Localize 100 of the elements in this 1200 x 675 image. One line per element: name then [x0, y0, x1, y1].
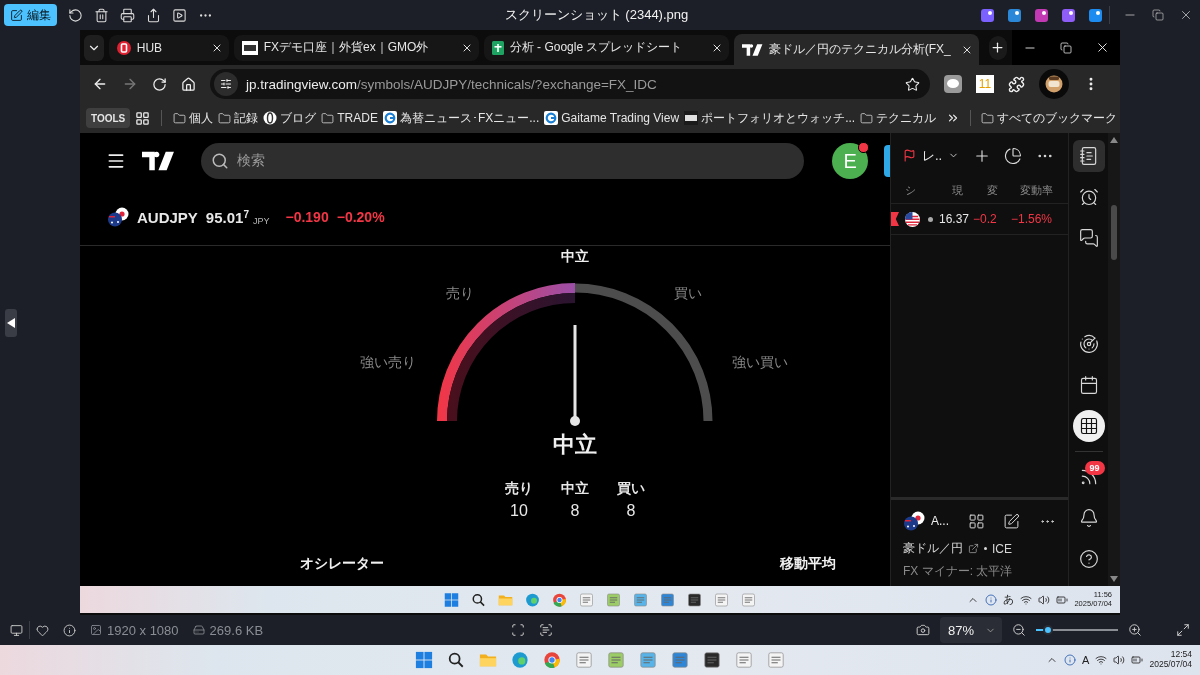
chevrons-right-icon[interactable]: [946, 111, 960, 125]
notepad-icon[interactable]: [639, 651, 657, 669]
feed-button[interactable]: 99: [1072, 461, 1105, 493]
zoom-slider[interactable]: [1036, 623, 1118, 637]
bookmark-folder[interactable]: 個人: [173, 109, 214, 127]
scan-icon[interactable]: [511, 623, 526, 637]
camera-icon[interactable]: [916, 623, 930, 637]
delete-icon[interactable]: [94, 7, 109, 23]
start-icon[interactable]: [444, 592, 459, 607]
previous-button[interactable]: [5, 308, 17, 337]
edit-icon[interactable]: [1003, 512, 1021, 530]
watchlist-button[interactable]: [1072, 140, 1105, 172]
search-field[interactable]: 検索: [200, 143, 805, 179]
ime-indicator[interactable]: あ: [1003, 592, 1015, 607]
clock[interactable]: 12:54 2025/07/04: [1149, 650, 1192, 670]
bookmark-folder[interactable]: テクニカル: [860, 109, 937, 127]
watchlist-title[interactable]: レ..: [922, 146, 943, 165]
start-icon[interactable]: [415, 651, 433, 669]
ime-indicator[interactable]: A: [1082, 654, 1090, 666]
restore-icon[interactable]: [1152, 9, 1164, 21]
profile-avatar[interactable]: [1039, 69, 1069, 99]
bookmark-link[interactable]: Gaitame Trading View: [544, 111, 680, 125]
tools-button[interactable]: TOOLS: [86, 108, 131, 128]
app-icon[interactable]: [1034, 7, 1049, 23]
triangle-icon[interactable]: [7, 317, 15, 328]
bookmark-link[interactable]: 為替ニュース･FXニュー...: [382, 109, 540, 127]
zoom-in-icon[interactable]: [1128, 623, 1142, 637]
battery-icon[interactable]: [1131, 654, 1144, 666]
address-bar[interactable]: jp.tradingview.com/symbols/AUDJPY/technicals/?exchange=FX_IDC: [210, 69, 930, 99]
info-icon[interactable]: [63, 623, 76, 637]
app-icon[interactable]: [1007, 7, 1022, 23]
photos-icon[interactable]: [671, 651, 689, 669]
status-icon[interactable]: [1064, 654, 1077, 666]
extensions-icon[interactable]: [1008, 75, 1025, 93]
wifi-icon[interactable]: [1020, 593, 1033, 606]
bell-icon[interactable]: [1078, 508, 1099, 528]
edit-icon[interactable]: [10, 8, 23, 22]
star-icon[interactable]: [905, 76, 920, 92]
reload-icon[interactable]: [152, 76, 167, 92]
site-icon[interactable]: [741, 42, 763, 57]
browser-tab[interactable]: FXデモ口座｜外貨ex｜GMO外: [233, 34, 479, 61]
browser-icon[interactable]: [543, 651, 561, 669]
grid-button[interactable]: [1072, 410, 1105, 442]
search-icon[interactable]: [471, 592, 486, 607]
chat-extension-icon[interactable]: [944, 75, 962, 93]
volume-icon[interactable]: [1113, 654, 1126, 666]
menu-icon[interactable]: [106, 151, 126, 171]
back-icon[interactable]: [92, 76, 108, 92]
calendar-icon[interactable]: [1078, 375, 1099, 395]
new-tab-button[interactable]: [988, 35, 1007, 60]
bookmark-folder[interactable]: 記録: [218, 109, 259, 127]
app-icon[interactable]: [1061, 7, 1076, 23]
app-icon[interactable]: [980, 7, 995, 23]
site-settings-icon[interactable]: [220, 78, 232, 90]
chat-icon[interactable]: [1078, 228, 1099, 248]
browser-tab[interactable]: 分析 - Google スプレッドシート: [483, 34, 729, 61]
panel-tab[interactable]: [884, 145, 890, 177]
forward-icon[interactable]: [122, 76, 138, 92]
share-icon[interactable]: [146, 7, 161, 23]
close-icon[interactable]: [1179, 8, 1193, 22]
browser-icon[interactable]: [552, 592, 567, 607]
alarm-clock-icon[interactable]: [1078, 187, 1099, 207]
print-icon[interactable]: [120, 7, 135, 23]
bookmark-link[interactable]: ブログ: [263, 109, 317, 127]
browser-tab[interactable]: HUB: [108, 34, 229, 61]
grid-icon[interactable]: [967, 512, 985, 530]
logo-icon[interactable]: [141, 150, 175, 172]
apps-icon[interactable]: [135, 110, 151, 126]
wifi-icon[interactable]: [1095, 654, 1108, 666]
bookmark-folder[interactable]: TRADE: [321, 111, 378, 125]
column-header[interactable]: シ: [905, 183, 952, 198]
scrollbar[interactable]: [1108, 133, 1120, 586]
restore-icon[interactable]: [1060, 41, 1072, 54]
volume-icon[interactable]: [1038, 593, 1051, 606]
pie-chart-icon[interactable]: [1004, 146, 1023, 165]
tab-list-button[interactable]: [84, 34, 104, 61]
radar-icon[interactable]: [1078, 334, 1099, 354]
grid-icon[interactable]: [1078, 416, 1099, 436]
browser-icon[interactable]: [525, 592, 540, 607]
slider-thumb[interactable]: [1043, 625, 1054, 635]
scroll-down-icon[interactable]: [1110, 576, 1118, 582]
help-icon[interactable]: [1078, 549, 1099, 569]
column-header[interactable]: 変: [987, 183, 1020, 198]
text-scan-icon[interactable]: [539, 623, 554, 637]
notepad-icon[interactable]: [633, 592, 648, 607]
app-icon[interactable]: [1088, 7, 1103, 23]
zoom-out-icon[interactable]: [1012, 623, 1026, 637]
flag-icon[interactable]: [903, 149, 916, 162]
slideshow-icon[interactable]: [172, 7, 187, 23]
plus-icon[interactable]: [990, 40, 1006, 55]
fullscreen-icon[interactable]: [1176, 623, 1190, 637]
edit-button[interactable]: 編集: [4, 4, 57, 26]
photos-icon[interactable]: [660, 592, 675, 607]
home-icon[interactable]: [181, 76, 196, 92]
bookmark-link[interactable]: ポートフォリオとウォッチ...: [684, 109, 856, 127]
column-header[interactable]: 変動率: [1020, 183, 1053, 198]
watchlist-row[interactable]: 16.37 −0.2 −1.56%: [891, 204, 1068, 235]
bookmark-folder[interactable]: すべてのブックマーク: [981, 109, 1117, 127]
battery-icon[interactable]: [1056, 593, 1069, 606]
note-icon[interactable]: [703, 651, 721, 669]
